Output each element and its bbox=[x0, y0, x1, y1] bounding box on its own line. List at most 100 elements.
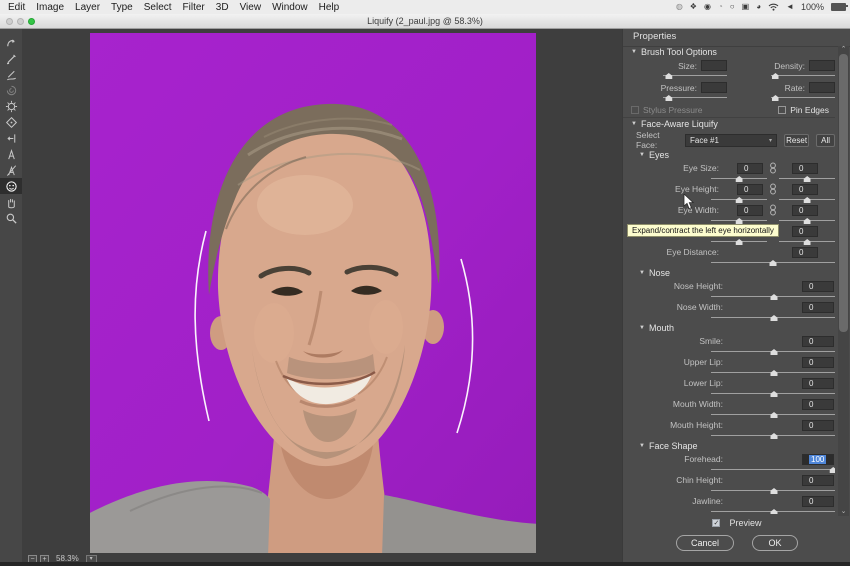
stylus-pressure-checkbox[interactable] bbox=[631, 106, 639, 114]
slider-thumb[interactable] bbox=[771, 315, 778, 321]
section-nose[interactable]: ▼ Nose bbox=[623, 267, 835, 280]
ok-button[interactable]: OK bbox=[752, 535, 798, 551]
slider-thumb[interactable] bbox=[830, 467, 835, 473]
slider-thumb[interactable] bbox=[771, 433, 778, 439]
slider-thumb[interactable] bbox=[804, 218, 811, 224]
menu-select[interactable]: Select bbox=[144, 2, 172, 13]
eye-distance-slider[interactable] bbox=[711, 259, 835, 266]
slider-thumb[interactable] bbox=[736, 239, 743, 245]
slider-thumb[interactable] bbox=[770, 260, 777, 266]
size-slider-thumb[interactable] bbox=[665, 73, 672, 79]
upper-lip-slider[interactable] bbox=[711, 369, 835, 376]
scroll-up-icon[interactable]: ⌃ bbox=[838, 46, 849, 54]
section-face-shape[interactable]: ▼ Face Shape bbox=[623, 440, 835, 453]
density-slider-thumb[interactable] bbox=[772, 73, 779, 79]
density-input[interactable] bbox=[809, 60, 835, 71]
smile-input[interactable]: 0 bbox=[802, 336, 834, 347]
eye-size-right-input[interactable]: 0 bbox=[792, 163, 818, 174]
eye-status-icon[interactable]: ◉ bbox=[704, 3, 711, 11]
volume-icon[interactable]: ◄ bbox=[786, 3, 794, 11]
section-face-aware-liquify[interactable]: ▼ Face-Aware Liquify bbox=[623, 117, 835, 131]
pressure-slider-thumb[interactable] bbox=[665, 95, 672, 101]
wifi-icon[interactable] bbox=[768, 3, 779, 11]
twirl-clockwise-tool[interactable] bbox=[0, 82, 22, 98]
canvas-photo[interactable] bbox=[90, 33, 536, 553]
push-left-tool[interactable] bbox=[0, 130, 22, 146]
menu-type[interactable]: Type bbox=[111, 2, 133, 13]
eye-tilt-right-slider[interactable] bbox=[779, 238, 835, 245]
freeze-mask-tool[interactable] bbox=[0, 146, 22, 162]
eye-tilt-left-slider[interactable] bbox=[711, 238, 767, 245]
section-eyes[interactable]: ▼ Eyes bbox=[623, 149, 835, 162]
menu-edit[interactable]: Edit bbox=[8, 2, 25, 13]
eye-width-right-slider[interactable] bbox=[779, 217, 835, 224]
all-button[interactable]: All bbox=[816, 134, 835, 147]
scrollbar-thumb[interactable] bbox=[839, 54, 848, 332]
pucker-tool[interactable] bbox=[0, 98, 22, 114]
forehead-input[interactable]: 100 bbox=[802, 454, 834, 465]
chin-height-input[interactable]: 0 bbox=[802, 475, 834, 486]
lower-lip-input[interactable]: 0 bbox=[802, 378, 834, 389]
section-brush-tool-options[interactable]: ▼ Brush Tool Options bbox=[623, 46, 835, 59]
status-app-icon[interactable]: ◍ bbox=[676, 3, 683, 11]
eye-height-right-input[interactable]: 0 bbox=[792, 184, 818, 195]
mouth-height-slider[interactable] bbox=[711, 432, 835, 439]
cancel-button[interactable]: Cancel bbox=[676, 535, 734, 551]
eye-size-left-slider[interactable] bbox=[711, 175, 767, 182]
preview-checkbox[interactable]: ✓ bbox=[712, 519, 720, 527]
section-mouth[interactable]: ▼ Mouth bbox=[623, 322, 835, 335]
mouth-width-input[interactable]: 0 bbox=[802, 399, 834, 410]
nose-width-slider[interactable] bbox=[711, 314, 835, 321]
mouth-height-input[interactable]: 0 bbox=[802, 420, 834, 431]
face-tool[interactable] bbox=[0, 178, 22, 194]
pressure-input[interactable] bbox=[701, 82, 727, 93]
nose-height-input[interactable]: 0 bbox=[802, 281, 834, 292]
lower-lip-slider[interactable] bbox=[711, 390, 835, 397]
pin-edges-checkbox[interactable] bbox=[778, 106, 786, 114]
eye-size-right-slider[interactable] bbox=[779, 175, 835, 182]
slider-thumb[interactable] bbox=[771, 391, 778, 397]
rate-slider[interactable] bbox=[771, 94, 835, 101]
slider-thumb[interactable] bbox=[804, 176, 811, 182]
rate-slider-thumb[interactable] bbox=[772, 95, 779, 101]
eye-width-right-input[interactable]: 0 bbox=[792, 205, 818, 216]
size-input[interactable] bbox=[701, 60, 727, 71]
menu-view[interactable]: View bbox=[240, 2, 262, 13]
menu-window[interactable]: Window bbox=[272, 2, 308, 13]
eye-distance-input[interactable]: 0 bbox=[792, 247, 818, 258]
slider-thumb[interactable] bbox=[771, 488, 778, 494]
chin-height-slider[interactable] bbox=[711, 487, 835, 494]
upper-lip-input[interactable]: 0 bbox=[802, 357, 834, 368]
thaw-mask-tool[interactable] bbox=[0, 162, 22, 178]
smile-slider[interactable] bbox=[711, 348, 835, 355]
bloat-tool[interactable] bbox=[0, 114, 22, 130]
slider-thumb[interactable] bbox=[804, 239, 811, 245]
slider-thumb[interactable] bbox=[736, 197, 743, 203]
eye-height-right-slider[interactable] bbox=[779, 196, 835, 203]
smooth-tool[interactable] bbox=[0, 66, 22, 82]
forehead-slider[interactable] bbox=[711, 466, 835, 473]
link-icon[interactable] bbox=[769, 183, 777, 195]
eye-height-left-input[interactable]: 0 bbox=[737, 184, 763, 195]
eye-tilt-right-input[interactable]: 0 bbox=[792, 226, 818, 237]
eye-size-left-input[interactable]: 0 bbox=[737, 163, 763, 174]
pressure-slider[interactable] bbox=[663, 94, 727, 101]
slider-thumb[interactable] bbox=[771, 349, 778, 355]
eye-width-left-input[interactable]: 0 bbox=[737, 205, 763, 216]
reconstruct-tool[interactable] bbox=[0, 50, 22, 66]
reset-button[interactable]: Reset bbox=[784, 134, 809, 147]
rate-input[interactable] bbox=[809, 82, 835, 93]
dark-status-icon[interactable]: ◕ bbox=[756, 3, 761, 11]
slider-thumb[interactable] bbox=[771, 412, 778, 418]
forward-warp-tool[interactable] bbox=[0, 34, 22, 50]
menu-help[interactable]: Help bbox=[319, 2, 340, 13]
eye-width-left-slider[interactable] bbox=[711, 217, 767, 224]
clock-icon[interactable]: ◔ bbox=[718, 3, 723, 11]
nose-height-slider[interactable] bbox=[711, 293, 835, 300]
jawline-input[interactable]: 0 bbox=[802, 496, 834, 507]
menu-layer[interactable]: Layer bbox=[75, 2, 100, 13]
menu-3d[interactable]: 3D bbox=[216, 2, 229, 13]
size-slider[interactable] bbox=[663, 72, 727, 79]
density-slider[interactable] bbox=[771, 72, 835, 79]
zoom-tool[interactable] bbox=[0, 210, 22, 226]
